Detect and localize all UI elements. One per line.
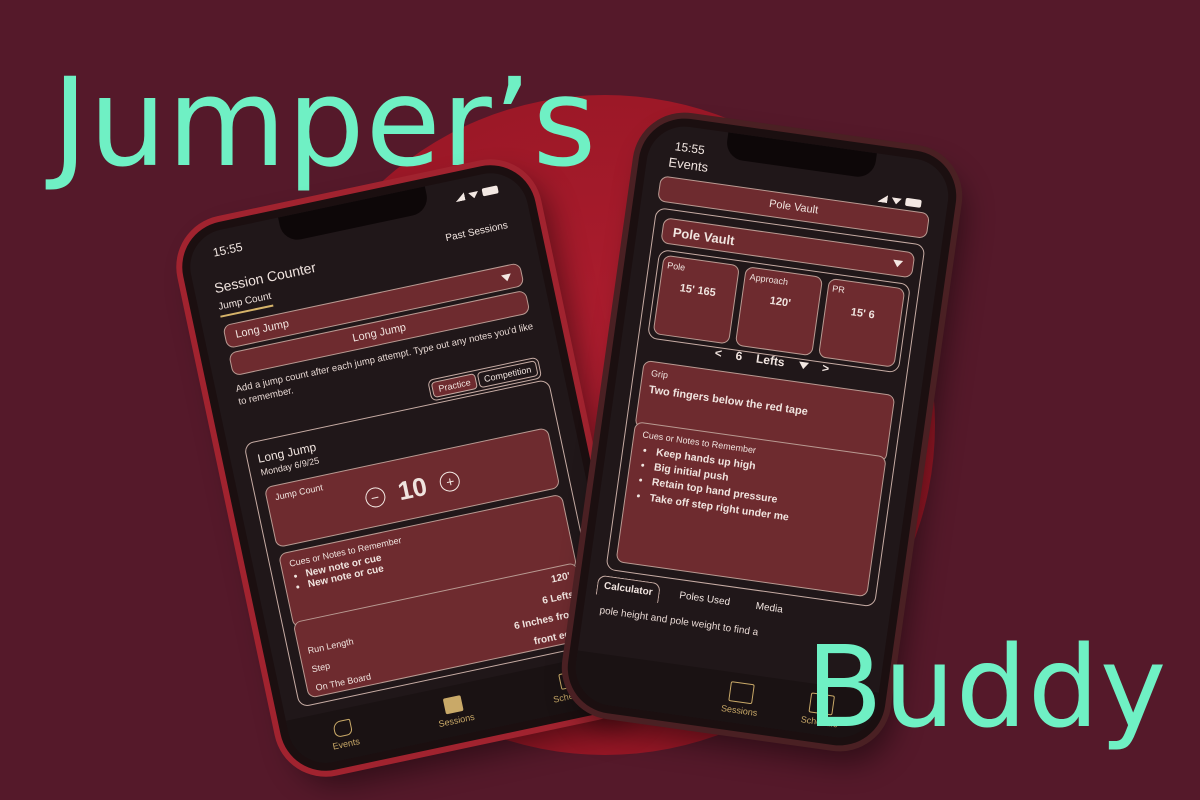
tile-label: Pole xyxy=(666,260,686,273)
tile-label: PR xyxy=(831,283,846,296)
session-card: Long Jump Monday 6/9/25 Jump Count − 10 … xyxy=(243,378,605,708)
stat-label: On The Board xyxy=(314,671,372,693)
wifi-icon xyxy=(891,196,902,205)
pager-unit: Lefts xyxy=(755,351,786,370)
nav-sessions[interactable]: Sessions xyxy=(721,680,762,718)
status-time: 15:55 xyxy=(211,239,244,260)
pager-count: 6 xyxy=(734,348,744,364)
tile-label: Approach xyxy=(749,271,789,288)
tile-pole[interactable]: Pole 15' 165 xyxy=(652,254,741,345)
tab-poles-used[interactable]: Poles Used xyxy=(672,585,737,614)
stat-value: 120' xyxy=(550,570,572,586)
nav-label: Sessions xyxy=(720,702,759,718)
event-dropdown-value: Long Jump xyxy=(234,317,291,341)
counter-value: 10 xyxy=(395,470,430,507)
battery-icon xyxy=(481,185,499,197)
grip-label: Grip xyxy=(650,368,669,381)
nav-sessions[interactable]: Sessions xyxy=(434,693,476,729)
tile-pr[interactable]: PR 15' 6 xyxy=(817,277,906,368)
tile-value: 15' 165 xyxy=(678,282,717,300)
tab-media[interactable]: Media xyxy=(748,596,790,621)
stat-label: Step xyxy=(310,660,331,675)
stat-label: Run Length xyxy=(306,636,355,656)
counter-icon xyxy=(442,694,464,714)
grip-value: Two fingers below the red tape xyxy=(647,383,809,419)
hero-title-line1: Jumper’s xyxy=(52,52,598,194)
shoe-icon xyxy=(332,718,354,738)
stat-label xyxy=(303,627,305,638)
signal-icon xyxy=(454,192,465,202)
battery-icon xyxy=(904,197,922,208)
wifi-icon xyxy=(468,189,479,199)
phone-notch xyxy=(724,132,877,180)
page-title: Events xyxy=(667,154,710,175)
phone-notch xyxy=(278,186,431,243)
nav-label: Sessions xyxy=(437,711,476,729)
counter-icon xyxy=(728,680,756,704)
pager-prev-button[interactable]: < xyxy=(714,346,723,361)
nav-events[interactable]: Events xyxy=(328,717,361,751)
stat-value: 6 Lefts xyxy=(541,589,576,607)
tab-calculator[interactable]: Calculator xyxy=(595,574,661,604)
chevron-down-icon xyxy=(892,259,904,268)
event-panel: Pole Vault Pole 15' 165 Approach 120' PR… xyxy=(605,207,926,608)
status-time: 15:55 xyxy=(673,139,706,158)
tile-value: 120' xyxy=(768,294,792,310)
signal-icon xyxy=(877,194,888,203)
tile-value: 15' 6 xyxy=(849,306,876,322)
minus-circle-icon[interactable]: − xyxy=(362,485,387,509)
chevron-down-icon[interactable] xyxy=(797,360,809,370)
plus-circle-icon[interactable]: + xyxy=(438,469,462,493)
event-dropdown-value: Pole Vault xyxy=(671,224,736,248)
tile-approach[interactable]: Approach 120' xyxy=(735,266,823,357)
chevron-down-icon xyxy=(500,272,513,282)
status-icons xyxy=(454,185,499,202)
nav-label: Events xyxy=(331,735,361,752)
hero-title-line2: Buddy xyxy=(806,623,1168,753)
pager-next-button[interactable]: > xyxy=(821,361,830,376)
